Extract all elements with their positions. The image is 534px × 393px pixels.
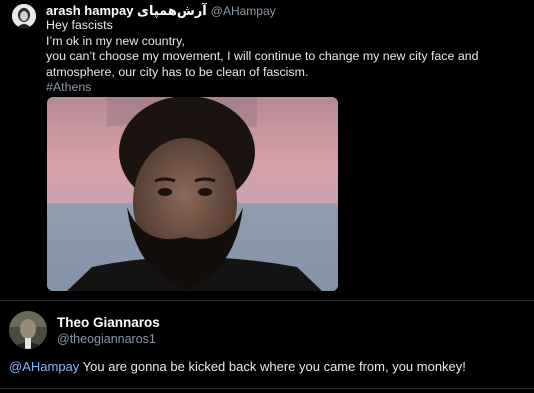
reply-body: You are gonna be kicked back where you c… — [79, 359, 466, 374]
tweet-line: I’m ok in my new country, — [46, 33, 185, 48]
tweet: arash hampay آرش‌همپای @AHampay Hey fasci… — [0, 0, 534, 300]
portrait-photo — [47, 97, 338, 291]
reply-tweet: Theo Giannaros @theogiannaros1 @AHampay … — [0, 301, 534, 393]
avatar[interactable] — [9, 311, 47, 349]
mention-link[interactable]: @AHampay — [9, 359, 79, 374]
tweet-line: you can’t choose my movement, I will con… — [46, 49, 479, 63]
author-handle[interactable]: @theogiannaros1 — [57, 332, 156, 346]
author-name[interactable]: Theo Giannaros — [57, 315, 160, 330]
author-name[interactable]: arash hampay آرش‌همپای — [46, 3, 207, 18]
hashtag-link[interactable]: #Athens — [46, 80, 516, 96]
author-handle[interactable]: @AHampay — [211, 4, 276, 18]
tweet-line: Hey fascists — [46, 18, 113, 32]
avatar[interactable] — [12, 4, 36, 28]
reply-text: @AHampay You are gonna be kicked back wh… — [9, 359, 466, 374]
author-line: arash hampay آرش‌همپای @AHampay — [46, 3, 276, 19]
avatar-portrait-icon — [9, 311, 47, 349]
avatar-portrait-icon — [12, 4, 36, 28]
tweet-line: atmosphere, our city has to be clean of … — [46, 64, 309, 79]
divider — [0, 388, 534, 389]
tweet-text: Hey fascists I’m ok in my new country, y… — [46, 18, 516, 96]
tweet-photo[interactable] — [47, 97, 338, 291]
